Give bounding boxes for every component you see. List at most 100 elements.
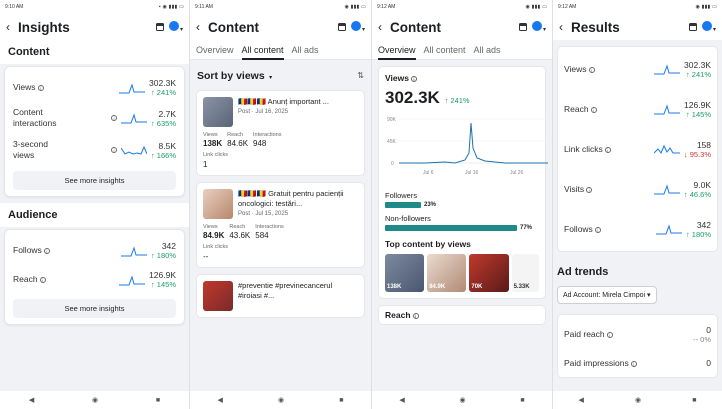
post-item[interactable]: 🇷🇴🇷🇴🇷🇴 Gratuit pentru pacienții oncologi… (196, 182, 365, 268)
nav-recents-icon[interactable]: ■ (692, 397, 696, 404)
stat-reach: 84.6K (227, 139, 249, 148)
metric-3-second-views[interactable]: 3-second views i 8.5K ↑ 166% (13, 134, 176, 166)
nav-back-icon[interactable]: ◀ (579, 396, 584, 404)
page-title: Results (571, 19, 620, 35)
metric-change: ↑ 180% (150, 251, 176, 261)
thumbnail-views: 5.33K (513, 284, 530, 290)
info-icon[interactable]: i (590, 106, 597, 113)
tab-all-ads[interactable]: All ads (474, 40, 501, 60)
nav-home-icon[interactable]: ◉ (460, 396, 466, 404)
x-tick: Jul 6 (423, 170, 434, 176)
content-thumbnail[interactable]: 70K (469, 254, 509, 292)
calendar-icon[interactable] (518, 23, 527, 31)
views-line-chart: 90K 45K 0 Jul 6 Jul 16 Jul 26 (387, 117, 548, 176)
nav-home-icon[interactable]: ◉ (278, 396, 284, 404)
back-arrow-icon[interactable]: ‹ (378, 21, 382, 33)
metric-reach[interactable]: Reach i 126.9K ↑ 145% (564, 89, 711, 129)
audience-heading: Audience (8, 209, 58, 222)
info-icon[interactable]: i (43, 247, 50, 254)
metric-link-clicks[interactable]: Link clicks i 158 ↓ 95.3% (564, 129, 711, 169)
sort-bar: Sort by views ▾ ⇅ (190, 60, 371, 90)
content-tabs: Overview All content All ads (372, 40, 552, 60)
metric-follows[interactable]: Follows i 342 ↑ 180% (13, 236, 176, 265)
followers-bar (385, 202, 421, 208)
ad-account-dropdown[interactable]: Ad Account: Mirela Cimpoi ▾ (557, 286, 657, 304)
back-arrow-icon[interactable]: ‹ (6, 21, 10, 33)
views-value: 302.3K (385, 88, 440, 107)
info-icon[interactable]: i (39, 276, 46, 283)
see-more-insights-button[interactable]: See more insights (13, 299, 176, 319)
sparkline-icon (120, 145, 147, 155)
android-nav-bar: ◀ ◉ ■ (0, 391, 189, 409)
post-text: 🇷🇴🇷🇴🇷🇴 Gratuit pentru pacienții oncologi… (238, 189, 344, 209)
info-icon[interactable]: i (594, 226, 601, 233)
stat-header: Reach (227, 132, 244, 138)
chevron-down-icon: ▾ (712, 27, 716, 33)
sparkline-icon (119, 82, 146, 93)
info-icon[interactable]: i (110, 115, 117, 122)
back-arrow-icon[interactable]: ‹ (559, 21, 563, 33)
sort-dropdown[interactable]: Sort by views ▾ (197, 66, 272, 84)
nav-home-icon[interactable]: ◉ (635, 396, 641, 404)
info-icon[interactable]: i (630, 360, 637, 367)
account-switcher[interactable]: ▾ (350, 18, 365, 36)
metric-label: Visits (564, 184, 585, 194)
stat-interactions: 584 (255, 231, 269, 240)
tab-overview[interactable]: Overview (196, 40, 234, 60)
see-more-insights-button[interactable]: See more insights (13, 171, 176, 191)
info-icon[interactable]: i (588, 66, 595, 73)
nav-recents-icon[interactable]: ■ (156, 397, 160, 404)
info-icon[interactable]: i (110, 147, 117, 154)
calendar-icon[interactable] (337, 23, 346, 31)
metric-paid-impressions[interactable]: Paid impressions i 0 (564, 351, 711, 375)
nav-back-icon[interactable]: ◀ (218, 396, 223, 404)
post-item[interactable]: 🇷🇴🇷🇴🇷🇴 Anunț important ... Post · Jul 16… (196, 90, 365, 176)
metric-follows[interactable]: Follows i 342 ↑ 180% (564, 209, 711, 249)
metric-views[interactable]: Views i 302.3K ↑ 241% (564, 49, 711, 89)
stat-reach: 43.6K (229, 231, 251, 240)
y-tick: 0 (391, 161, 394, 167)
nav-back-icon[interactable]: ◀ (399, 396, 404, 404)
tab-overview[interactable]: Overview (378, 40, 416, 60)
nav-back-icon[interactable]: ◀ (29, 396, 34, 404)
reach-card: Reach i (378, 305, 546, 325)
post-item[interactable]: #preventie #previnecancerul #iroiasi #..… (196, 274, 365, 318)
nav-home-icon[interactable]: ◉ (92, 396, 98, 404)
metric-paid-reach[interactable]: Paid reach i 0 -- 0% (564, 317, 711, 351)
account-switcher[interactable]: ▾ (168, 18, 183, 36)
info-icon[interactable]: i (37, 84, 44, 91)
metric-value: 342 (696, 219, 711, 230)
calendar-icon[interactable] (688, 23, 697, 31)
reach-label: Reach (385, 310, 411, 320)
content-thumbnail[interactable]: 138K (385, 254, 425, 292)
nav-recents-icon[interactable]: ■ (520, 397, 524, 404)
info-icon[interactable]: i (606, 331, 613, 338)
info-icon[interactable]: i (604, 146, 611, 153)
metric-views[interactable]: Views i 302.3K ↑ 241% (13, 73, 176, 102)
calendar-icon[interactable] (155, 23, 164, 31)
info-icon[interactable]: i (586, 186, 593, 193)
sparkline-icon (119, 275, 146, 286)
metric-reach[interactable]: Reach i 126.9K ↑ 145% (13, 265, 176, 294)
info-icon[interactable]: i (410, 75, 417, 82)
post-text: #preventie #previnecancerul #iroiasi #..… (238, 281, 333, 301)
tab-all-ads[interactable]: All ads (292, 40, 319, 60)
page-title: Content (390, 19, 441, 35)
status-bar: 9:10 AM ▪ ◉ ▮▮▮ ▭ (0, 0, 189, 14)
filter-icon[interactable]: ⇅ (357, 71, 364, 80)
metric-content-interactions[interactable]: Content interactions i 2.7K ↑ 635% (13, 102, 176, 134)
content-thumbnail[interactable]: 5.33K (511, 254, 539, 292)
metric-change: ↑ 241% (685, 69, 711, 79)
info-icon[interactable]: i (412, 312, 419, 319)
content-thumbnail[interactable]: 84.9K (427, 254, 467, 292)
nav-recents-icon[interactable]: ■ (339, 397, 343, 404)
tab-all-content[interactable]: All content (241, 40, 284, 60)
tab-all-content[interactable]: All content (424, 40, 466, 60)
stat-header: Views (203, 224, 218, 230)
account-switcher[interactable]: ▾ (531, 18, 546, 36)
sparkline-icon (654, 104, 681, 115)
account-switcher[interactable]: ▾ (701, 18, 716, 36)
back-arrow-icon[interactable]: ‹ (196, 21, 200, 33)
metric-visits[interactable]: Visits i 9.0K ↑ 46.6% (564, 169, 711, 209)
stat-header: Interactions (253, 132, 282, 138)
